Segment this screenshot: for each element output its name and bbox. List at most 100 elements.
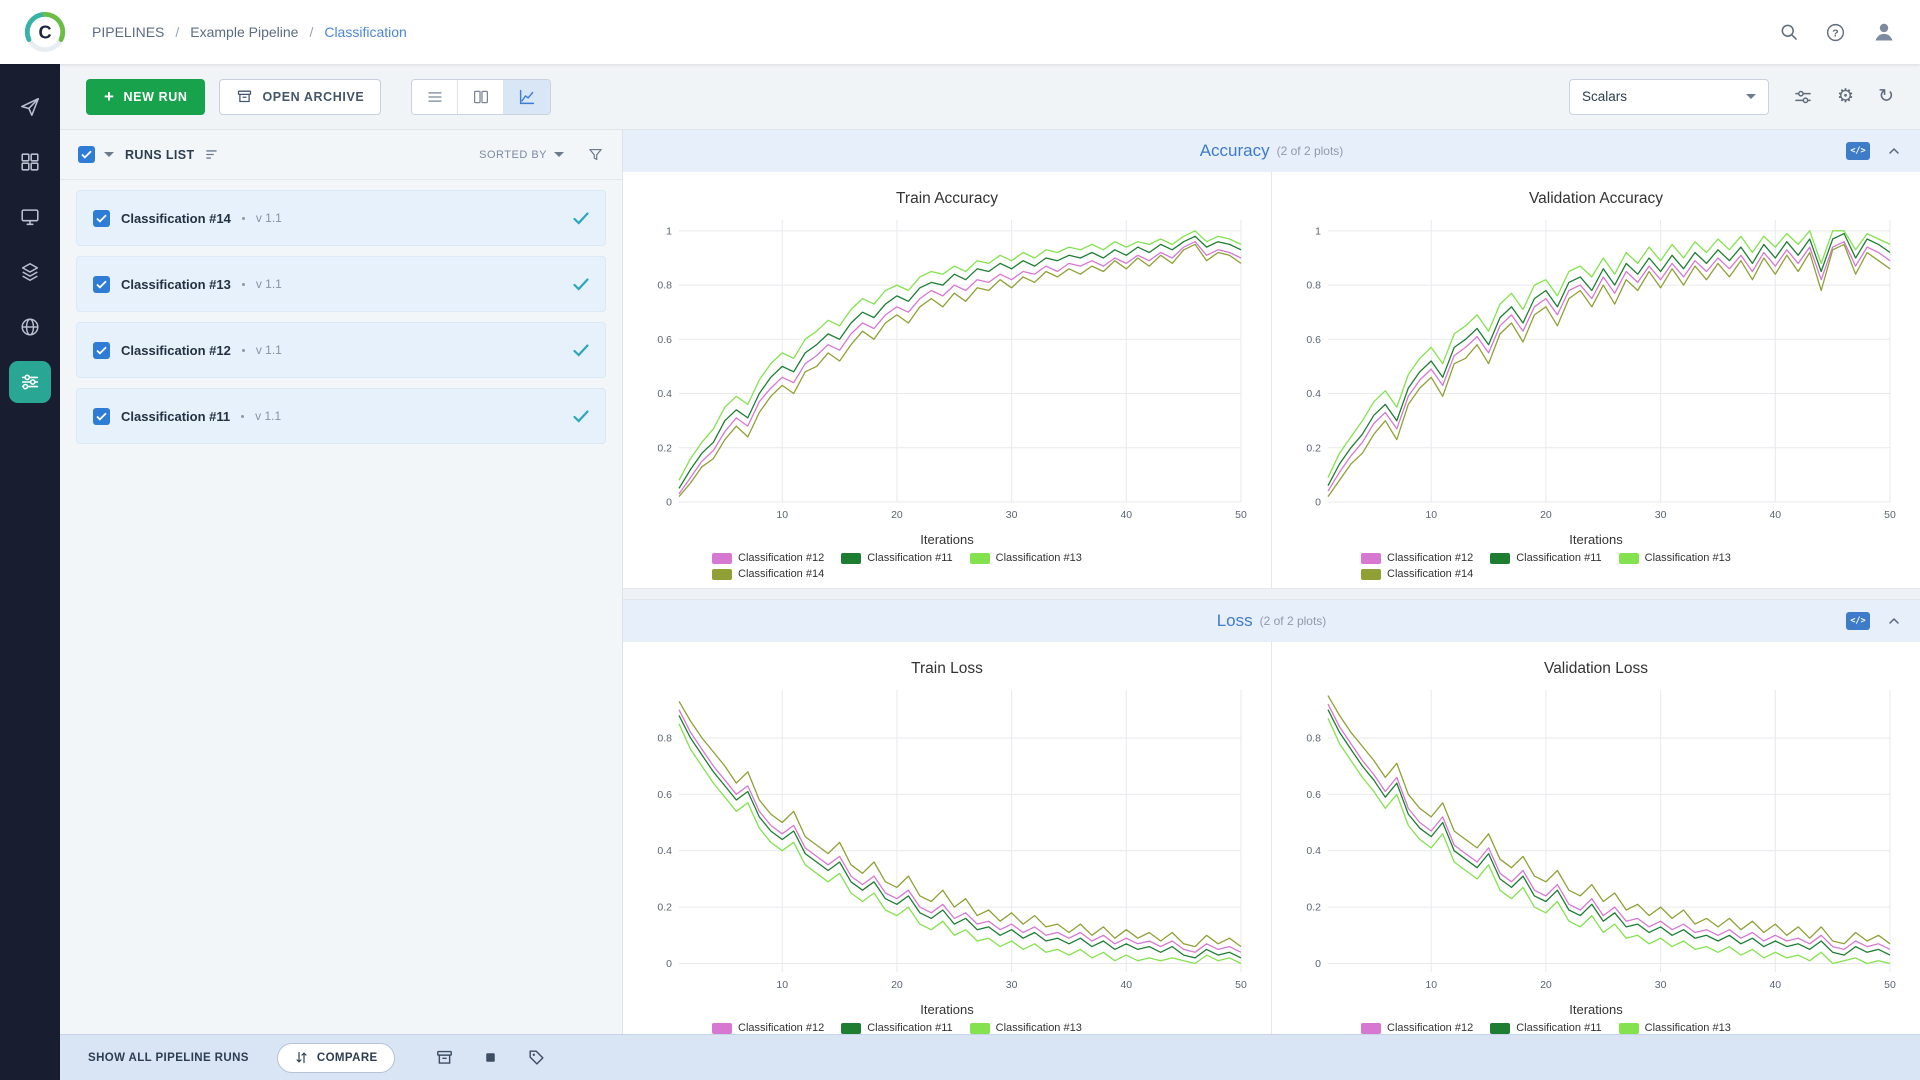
run-checkbox[interactable]: [93, 275, 110, 293]
run-checkbox[interactable]: [93, 341, 110, 359]
svg-text:40: 40: [1120, 509, 1132, 521]
clearml-logo-icon[interactable]: C: [24, 11, 66, 53]
bottom-bar: SHOW ALL PIPELINE RUNS COMPARE: [60, 1034, 1920, 1080]
chart-view-button[interactable]: [504, 79, 551, 114]
breadcrumb: PIPELINES Example Pipeline Classificatio…: [92, 24, 407, 40]
validation-loss-svg[interactable]: 0 0.2 0.4 0.6 0.8 10 20 30 40 50: [1278, 682, 1914, 1002]
add-tag-icon[interactable]: [527, 1048, 546, 1067]
legend-item[interactable]: Classification #13: [1618, 1022, 1731, 1034]
embed-code-icon[interactable]: [1846, 142, 1870, 160]
validation-accuracy-plot[interactable]: 0 0.2 0.4 0.6 0.8 1 10 20 30 40 50: [1278, 212, 1914, 532]
view-toggle-group: [411, 78, 552, 115]
select-all-caret-icon[interactable]: [104, 152, 114, 157]
projects-icon[interactable]: [9, 141, 51, 183]
legend-item[interactable]: Classification #12: [712, 552, 824, 564]
legend-label: Classification #11: [867, 1022, 953, 1034]
legend-item[interactable]: Classification #11: [1490, 1022, 1602, 1034]
legend-label: Classification #13: [995, 1022, 1082, 1034]
run-version: v 1.1: [255, 409, 282, 423]
collapse-section-icon[interactable]: [1886, 143, 1902, 159]
compare-button[interactable]: COMPARE: [276, 1042, 395, 1073]
archive-runs-icon[interactable]: [435, 1048, 454, 1067]
new-run-button[interactable]: + NEW RUN: [86, 78, 206, 115]
train-loss-svg[interactable]: 0 0.2 0.4 0.6 0.8 10 20 30 40 50: [629, 682, 1265, 1002]
train-loss-chart-card: Train Loss 0 0.2 0.4 0.6 0.8 10 20 30 40 50 Itera…: [623, 642, 1271, 1034]
validation-loss-plot[interactable]: 0 0.2 0.4 0.6 0.8 10 20 30 40 50: [1278, 682, 1914, 1002]
getting-started-icon[interactable]: [9, 86, 51, 128]
legend-item[interactable]: Classification #14: [712, 568, 824, 580]
run-checkbox[interactable]: [93, 209, 110, 227]
settings-gear-icon[interactable]: ⚙: [1837, 87, 1854, 106]
sorted-by-control[interactable]: SORTED BY: [479, 149, 564, 161]
chart-xlabel: Iterations: [1569, 1002, 1623, 1017]
search-icon[interactable]: [1779, 22, 1799, 42]
table-view-button[interactable]: [412, 79, 459, 114]
legend-item[interactable]: Classification #13: [1618, 552, 1731, 564]
run-row-classification-14[interactable]: Classification #14 v 1.1: [76, 190, 606, 246]
svg-text:0.6: 0.6: [657, 789, 672, 801]
svg-text:0.8: 0.8: [1306, 280, 1321, 292]
collapse-section-icon[interactable]: [1886, 613, 1902, 629]
embed-code-icon[interactable]: [1846, 612, 1870, 630]
run-row-classification-11[interactable]: Classification #11 v 1.1: [76, 388, 606, 444]
svg-text:0: 0: [666, 958, 672, 970]
breadcrumb-classification[interactable]: Classification: [324, 24, 406, 40]
svg-text:20: 20: [1540, 979, 1552, 991]
train-accuracy-svg[interactable]: 0 0.2 0.4 0.6 0.8 1 10 20 30 40 50: [629, 212, 1265, 532]
legend-item[interactable]: Classification #12: [712, 1022, 824, 1034]
plus-icon: +: [104, 87, 115, 106]
split-view-button[interactable]: [458, 79, 505, 114]
svg-text:0.6: 0.6: [1306, 334, 1321, 346]
svg-text:0.4: 0.4: [657, 845, 672, 857]
user-avatar-icon[interactable]: [1872, 20, 1896, 44]
validation-accuracy-svg[interactable]: 0 0.2 0.4 0.6 0.8 1 10 20 30 40 50: [1278, 212, 1914, 532]
pipelines-icon[interactable]: [9, 361, 51, 403]
legend-label: Classification #13: [1644, 552, 1731, 564]
train-accuracy-plot[interactable]: 0 0.2 0.4 0.6 0.8 1 10 20 30 40 50: [629, 212, 1265, 532]
svg-text:10: 10: [1425, 979, 1437, 991]
legend-swatch-icon: [1361, 1022, 1381, 1034]
abort-run-icon[interactable]: [482, 1049, 499, 1066]
breadcrumb-example-pipeline[interactable]: Example Pipeline: [190, 24, 324, 40]
datasets-icon[interactable]: [9, 251, 51, 293]
section-title: Loss: [1216, 611, 1253, 630]
auto-refresh-icon[interactable]: ↻: [1878, 87, 1894, 106]
legend-item[interactable]: Classification #11: [1490, 552, 1602, 564]
run-checkbox[interactable]: [93, 407, 110, 425]
chevron-down-icon: [1746, 94, 1757, 99]
show-all-pipeline-runs-link[interactable]: SHOW ALL PIPELINE RUNS: [88, 1052, 249, 1064]
legend-item[interactable]: Classification #12: [1361, 552, 1473, 564]
svg-text:0.4: 0.4: [1306, 845, 1321, 857]
metric-view-select[interactable]: Scalars: [1569, 78, 1770, 115]
toolbar-right-controls: Scalars ⚙ ↻: [1569, 78, 1894, 115]
legend-label: Classification #14: [738, 568, 825, 580]
reports-icon[interactable]: [9, 306, 51, 348]
svg-text:0: 0: [666, 497, 672, 509]
filter-icon[interactable]: [587, 146, 604, 163]
legend-item[interactable]: Classification #12: [1361, 1022, 1473, 1034]
help-icon[interactable]: ?: [1825, 22, 1846, 43]
svg-text:20: 20: [891, 509, 903, 521]
legend-item[interactable]: Classification #14: [1361, 568, 1473, 580]
workers-queues-icon[interactable]: [9, 196, 51, 238]
select-all-checkbox[interactable]: [78, 146, 95, 163]
legend-swatch-icon: [969, 1022, 990, 1034]
legend-item[interactable]: Classification #11: [841, 1022, 953, 1034]
chart-title: Validation Loss: [1544, 660, 1648, 677]
tune-settings-icon[interactable]: [1793, 87, 1813, 107]
legend-item[interactable]: Classification #11: [841, 552, 953, 564]
legend-swatch-icon: [712, 552, 732, 564]
run-row-classification-12[interactable]: Classification #12 v 1.1: [76, 322, 606, 378]
train-loss-plot[interactable]: 0 0.2 0.4 0.6 0.8 10 20 30 40 50: [629, 682, 1265, 1002]
legend-swatch-icon: [1361, 568, 1381, 580]
run-version: v 1.1: [255, 277, 282, 291]
run-row-classification-13[interactable]: Classification #13 v 1.1: [76, 256, 606, 312]
legend-item[interactable]: Classification #13: [969, 1022, 1082, 1034]
sort-menu-icon[interactable]: [204, 146, 221, 163]
legend-item[interactable]: Classification #13: [969, 552, 1082, 564]
dot-separator: [241, 282, 245, 286]
chart-title: Train Accuracy: [896, 190, 998, 207]
breadcrumb-pipelines[interactable]: PIPELINES: [92, 24, 190, 40]
open-archive-button[interactable]: OPEN ARCHIVE: [219, 78, 382, 115]
metric-view-value: Scalars: [1582, 89, 1628, 104]
